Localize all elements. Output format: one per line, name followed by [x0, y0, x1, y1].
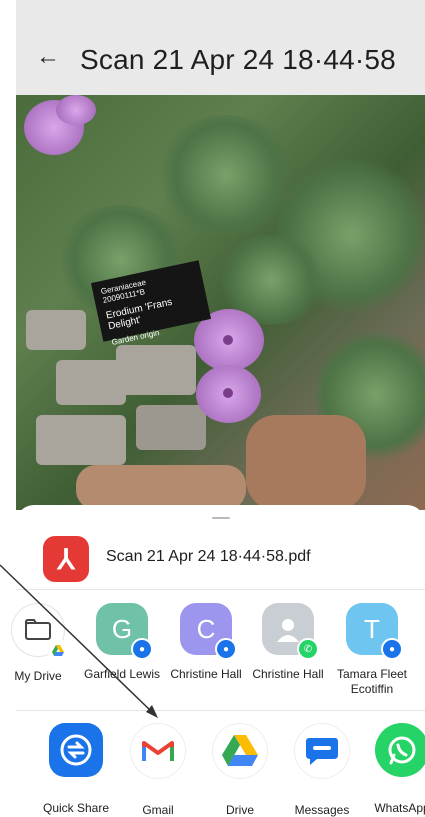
annotation-arrow	[0, 564, 158, 718]
